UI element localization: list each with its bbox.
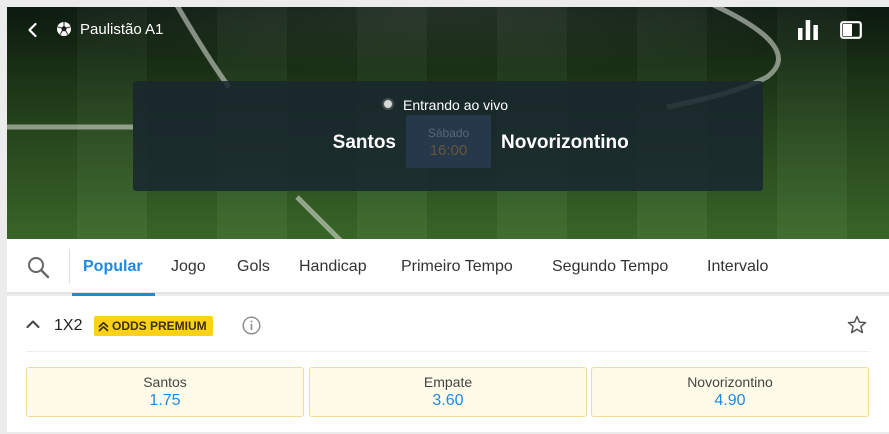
tab-segundo-tempo[interactable]: Segundo Tempo (552, 258, 668, 276)
bar-chart-icon[interactable] (797, 19, 819, 41)
odd-button-home[interactable]: Santos 1.75 (26, 367, 304, 417)
kickoff-time-box: Sábado 16:00 (406, 115, 491, 168)
league-name[interactable]: Paulistão A1 (80, 21, 163, 38)
odds-premium-badge: ODDS PREMIUM (94, 316, 213, 336)
kickoff-time: 16:00 (429, 142, 468, 159)
home-team-name: Santos (332, 132, 396, 153)
chevron-up-icon[interactable] (26, 319, 40, 329)
odd-value: 3.60 (432, 392, 464, 409)
tab-jogo[interactable]: Jogo (171, 258, 206, 276)
double-chevron-up-icon (98, 321, 109, 332)
tabs-divider (69, 249, 70, 284)
odd-value: 4.90 (714, 392, 746, 409)
market-title[interactable]: 1X2 (54, 317, 82, 335)
tab-handicap[interactable]: Handicap (299, 258, 367, 276)
match-hero: Paulistão A1 Entrando ao vivo Santos Sáb… (7, 7, 889, 239)
live-indicator-dot (384, 100, 392, 108)
kickoff-day: Sábado (427, 126, 470, 140)
odd-button-away[interactable]: Novorizontino 4.90 (591, 367, 869, 417)
odd-button-draw[interactable]: Empate 3.60 (309, 367, 587, 417)
market-tabs-bar: Popular Jogo Gols Handicap Primeiro Temp… (7, 239, 889, 296)
tab-gols[interactable]: Gols (237, 258, 270, 276)
chevron-left-icon[interactable] (23, 20, 43, 40)
soccer-ball-icon (57, 22, 71, 36)
live-status: Entrando ao vivo (403, 97, 509, 113)
tab-intervalo[interactable]: Intervalo (707, 258, 768, 276)
odds-premium-label: ODDS PREMIUM (112, 319, 207, 333)
market-1x2: 1X2 ODDS PREMIUM Santos 1.75 Empate 3.60… (7, 296, 889, 432)
market-divider (26, 351, 869, 352)
hero-topbar: Paulistão A1 (7, 7, 889, 53)
odd-label: Novorizontino (687, 374, 773, 390)
tab-primeiro-tempo[interactable]: Primeiro Tempo (401, 258, 513, 276)
tab-popular[interactable]: Popular (83, 258, 143, 276)
tv-icon[interactable] (840, 21, 862, 39)
match-card[interactable]: Entrando ao vivo Santos Sábado 16:00 Nov… (133, 81, 763, 191)
star-outline-icon[interactable] (847, 315, 867, 335)
away-team-name: Novorizontino (501, 132, 629, 153)
info-icon[interactable] (242, 316, 261, 335)
odd-label: Empate (423, 374, 473, 390)
odd-value: 1.75 (149, 392, 181, 409)
odd-label: Santos (143, 374, 187, 390)
search-icon[interactable] (26, 255, 50, 279)
